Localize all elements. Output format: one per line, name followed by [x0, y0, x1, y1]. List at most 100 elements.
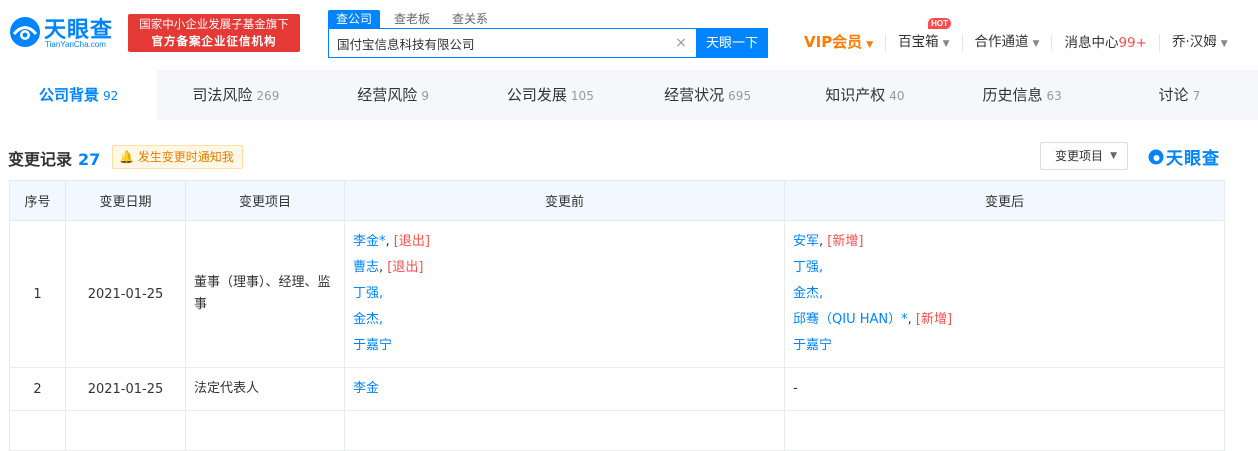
cell-date: 2021-01-25	[65, 367, 186, 411]
tab-company-background[interactable]: 公司背景 92	[0, 70, 158, 120]
tab-label: 经营风险	[357, 86, 418, 104]
caret-down-icon: ▼	[942, 39, 950, 49]
tab-judicial-risk[interactable]: 司法风险 269	[157, 70, 314, 120]
caret-down-icon: ▼	[1110, 151, 1117, 161]
search-button[interactable]: 天眼一下	[696, 28, 768, 58]
tab-count: 92	[102, 89, 119, 103]
logo-eye-icon	[1148, 149, 1164, 165]
gov-badge: 国家中小企业发展子基金旗下 官方备案企业征信机构	[128, 14, 300, 52]
category-tabs: 公司背景 92 司法风险 269 经营风险 9 公司发展 105 经营状况 695 知识产…	[0, 70, 1258, 120]
person-link[interactable]: 丁强	[793, 260, 819, 275]
person-link[interactable]: 安军	[793, 234, 819, 249]
hot-badge: HOT	[928, 18, 951, 29]
gov-badge-line1: 国家中小企业发展子基金旗下	[139, 17, 289, 31]
separator: ,	[819, 286, 824, 301]
tab-intellectual-property[interactable]: 知识产权 40	[786, 70, 943, 120]
person-entry: 金杰,	[793, 281, 1216, 307]
section-title-text: 变更记录	[8, 150, 73, 169]
tab-label: 司法风险	[192, 86, 253, 104]
table-row: 1 2021-01-25 董事（理事）、经理、监事 李金*, [退出] 曹志, …	[9, 220, 1225, 368]
notify-button[interactable]: 🔔 发生变更时通知我	[112, 145, 243, 169]
nav-messages[interactable]: 消息中心99+	[1051, 35, 1159, 51]
separator: ,	[819, 260, 824, 275]
caret-down-icon: ▼	[1220, 39, 1228, 49]
person-link[interactable]: 金杰	[793, 286, 819, 301]
tab-company-development[interactable]: 公司发展 105	[472, 70, 629, 120]
person-link[interactable]: 丁强	[353, 286, 379, 301]
person-link[interactable]: 邱骞（QIU HAN）*	[793, 312, 908, 327]
cell-before: 李金*, [退出] 曹志, [退出] 丁强, 金杰, 于嘉宁	[344, 220, 785, 368]
caret-down-icon: ▼	[866, 39, 874, 50]
tab-discussion[interactable]: 讨论 7	[1101, 70, 1258, 120]
caret-down-icon: ▼	[1032, 39, 1040, 49]
search-input[interactable]	[329, 29, 697, 57]
person-link[interactable]: 于嘉宁	[793, 338, 832, 353]
tianyancha-logo[interactable]: 天眼查 TianYanCha.com	[8, 12, 120, 52]
search-tabs: 查公司 查老板 查关系	[328, 10, 502, 28]
person-entry: 丁强,	[793, 255, 1216, 281]
nav-cooperation-label: 合作通道	[974, 34, 1029, 50]
tab-label: 讨论	[1158, 86, 1189, 104]
tab-label: 经营状况	[664, 86, 725, 104]
clear-icon[interactable]: ×	[673, 35, 689, 51]
person-link[interactable]: 金杰	[353, 312, 379, 327]
tab-operating-risk[interactable]: 经营风险 9	[315, 70, 472, 120]
tab-label: 公司背景	[38, 86, 99, 104]
search-tab-boss[interactable]: 查老板	[386, 10, 438, 28]
exit-tag: [退出]	[387, 260, 424, 275]
cell-after	[784, 410, 1225, 451]
separator: ,	[379, 312, 384, 327]
person-entry: 安军, [新增]	[793, 234, 864, 249]
person-link[interactable]: 李金*	[353, 234, 386, 249]
change-record-header: 变更记录 27 🔔 发生变更时通知我 变更项目 ▼ 天眼查	[0, 140, 1258, 172]
section-title: 变更记录 27	[8, 146, 100, 170]
tab-count: 105	[570, 89, 594, 103]
cell-no: 2	[9, 367, 66, 411]
cell-before: 李金	[344, 367, 785, 411]
tab-history[interactable]: 历史信息 63	[944, 70, 1101, 120]
filter-label: 变更项目	[1055, 149, 1104, 163]
nav-messages-label: 消息中心	[1064, 35, 1119, 51]
tab-label: 知识产权	[825, 86, 886, 104]
nav-cooperation[interactable]: 合作通道 ▼	[961, 34, 1052, 52]
person-entry: 邱骞（QIU HAN）*, [新增]	[793, 312, 953, 327]
person-link[interactable]: 于嘉宁	[353, 338, 392, 353]
table-row	[9, 410, 1225, 451]
col-header-before: 变更前	[344, 180, 785, 221]
search-tab-relation[interactable]: 查关系	[444, 10, 496, 28]
change-item-filter[interactable]: 变更项目 ▼	[1040, 142, 1128, 170]
nav-vip[interactable]: VIP会员 ▼	[800, 34, 885, 53]
message-count: 99+	[1118, 35, 1147, 51]
tab-count: 40	[889, 89, 905, 103]
nav-baibaoxiang[interactable]: 百宝箱 ▼ HOT	[885, 18, 961, 52]
gov-badge-line2: 官方备案企业征信机构	[151, 34, 277, 48]
col-header-date: 变更日期	[65, 180, 186, 221]
person-entry: 李金*, [退出]	[353, 234, 430, 249]
cell-after: -	[784, 367, 1225, 411]
section-count: 27	[78, 150, 101, 169]
tab-label: 历史信息	[982, 86, 1043, 104]
tab-operating-status[interactable]: 经营状况 695	[629, 70, 786, 120]
tab-label: 公司发展	[506, 86, 567, 104]
nav-user[interactable]: 乔·汉姆 ▼	[1158, 34, 1240, 52]
person-entry: 于嘉宁	[353, 333, 776, 359]
top-nav: VIP会员 ▼ 百宝箱 ▼ HOT 合作通道 ▼ 消息中心99+ 乔·汉姆 ▼	[800, 18, 1240, 54]
watermark-text: 天眼查	[1166, 149, 1220, 169]
cell-before	[344, 410, 785, 451]
person-entry: 于嘉宁	[793, 333, 1216, 359]
cell-no	[9, 410, 66, 451]
nav-vip-label: VIP会员	[804, 32, 863, 51]
cell-item: 董事（理事）、经理、监事	[185, 220, 345, 368]
tab-count: 7	[1192, 89, 1201, 103]
logo-eye-icon	[10, 17, 40, 47]
person-entry: 金杰,	[353, 307, 776, 333]
col-header-item: 变更项目	[185, 180, 345, 221]
person-entry: 丁强,	[353, 281, 776, 307]
person-link[interactable]: 曹志	[353, 260, 379, 275]
search-tab-company[interactable]: 查公司	[328, 10, 381, 28]
cell-date	[65, 410, 186, 451]
person-link[interactable]: 李金	[353, 381, 379, 396]
col-header-no: 序号	[9, 180, 66, 221]
user-name: 乔·汉姆	[1171, 34, 1217, 50]
cell-date: 2021-01-25	[65, 220, 186, 368]
